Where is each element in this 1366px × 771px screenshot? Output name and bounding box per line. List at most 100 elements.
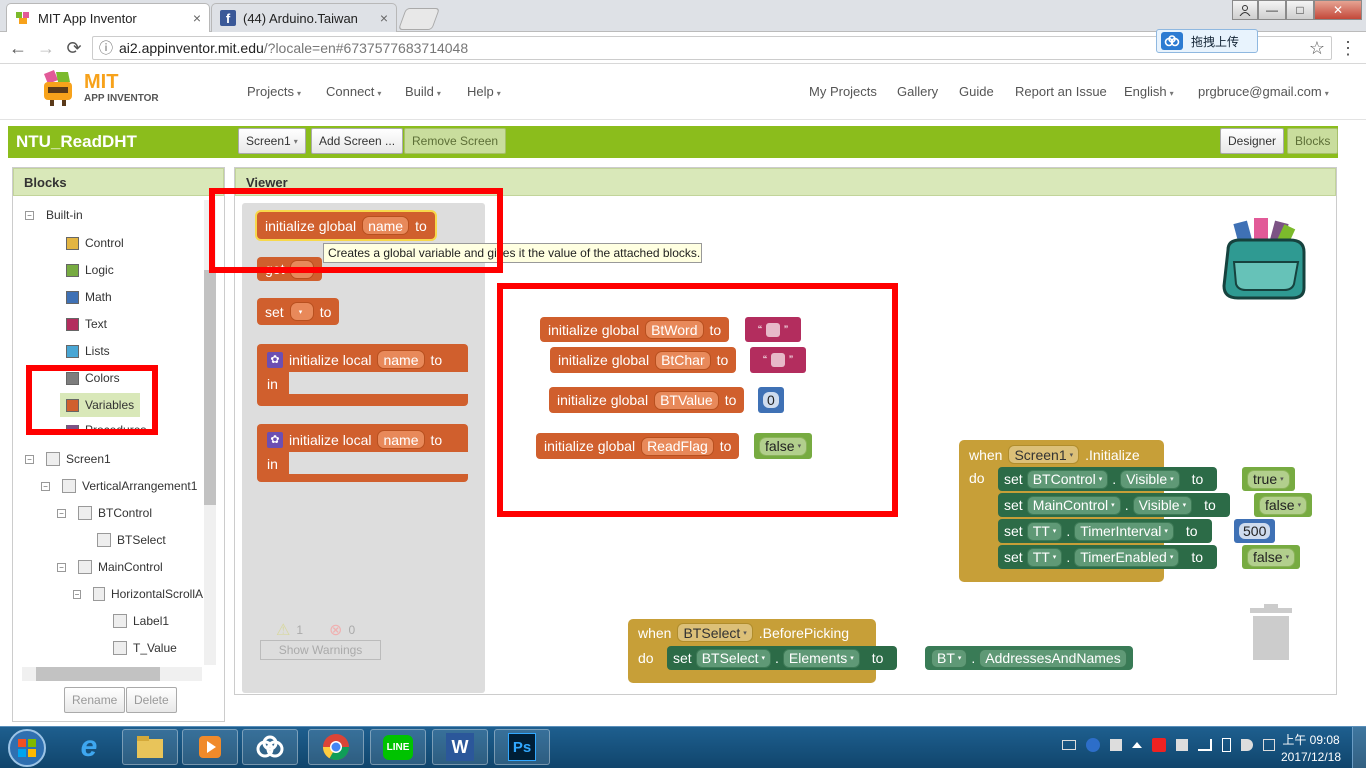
- menu-language[interactable]: English ▾: [1124, 84, 1174, 99]
- cloud-icon[interactable]: [242, 729, 298, 765]
- keyboard-icon[interactable]: [1062, 740, 1076, 750]
- logic-true-block[interactable]: true ▾: [1242, 467, 1295, 491]
- volume-icon[interactable]: [1241, 739, 1253, 751]
- tree-screen1[interactable]: − Screen1: [25, 452, 111, 466]
- drawer-lists[interactable]: Lists: [66, 344, 110, 358]
- menu-report-issue[interactable]: Report an Issue: [1015, 84, 1107, 99]
- tree-btcontrol[interactable]: − BTControl: [57, 506, 152, 520]
- line-icon[interactable]: LINE: [370, 729, 426, 765]
- property-dropdown[interactable]: Elements ▾: [782, 648, 860, 668]
- system-clock[interactable]: 上午 09:08 2017/12/18: [1278, 732, 1344, 766]
- add-screen-button[interactable]: Add Screen ...: [311, 128, 404, 154]
- word-icon[interactable]: W: [432, 729, 488, 765]
- menu-projects[interactable]: Projects ▾: [247, 84, 301, 99]
- show-desktop-button[interactable]: [1352, 727, 1366, 768]
- component-dropdown[interactable]: BT ▾: [931, 648, 968, 668]
- battery-icon[interactable]: [1222, 738, 1231, 752]
- forward-button[interactable]: →: [34, 36, 58, 60]
- tree-horizontal-scroll[interactable]: − HorizontalScrollA: [73, 587, 203, 601]
- boolean-dropdown[interactable]: false ▾: [1247, 547, 1296, 567]
- show-hidden-icons-icon[interactable]: [1132, 742, 1142, 748]
- chrome-menu-icon[interactable]: ⋮: [1336, 36, 1360, 60]
- collapse-icon[interactable]: −: [57, 562, 66, 572]
- chrome-icon[interactable]: [308, 729, 364, 765]
- backpack-icon[interactable]: [1220, 216, 1310, 300]
- menu-account[interactable]: prgbruce@gmail.com ▾: [1198, 84, 1329, 99]
- drawer-text[interactable]: Text: [66, 317, 107, 331]
- trash-can-icon[interactable]: [1248, 604, 1294, 662]
- drawer-control[interactable]: Control: [66, 236, 124, 250]
- collapse-icon[interactable]: −: [25, 454, 34, 464]
- set-maincontrol-visible[interactable]: set MainControl ▾ . Visible ▾ to: [998, 493, 1230, 517]
- ime-icon[interactable]: [1263, 739, 1275, 751]
- component-dropdown[interactable]: BTSelect ▾: [677, 623, 753, 642]
- collapse-icon[interactable]: −: [73, 589, 81, 599]
- boolean-dropdown[interactable]: false ▾: [1259, 495, 1308, 515]
- menu-guide[interactable]: Guide: [959, 84, 994, 99]
- tree-t-value[interactable]: T_Value: [113, 641, 177, 655]
- user-icon[interactable]: [1232, 0, 1258, 20]
- minimize-button[interactable]: —: [1258, 0, 1286, 20]
- remove-screen-button[interactable]: Remove Screen: [404, 128, 507, 154]
- component-dropdown[interactable]: Screen1 ▾: [1008, 445, 1080, 464]
- property-dropdown[interactable]: Visible ▾: [1132, 495, 1193, 515]
- delete-button[interactable]: Delete: [126, 687, 177, 713]
- set-tt-timerenabled[interactable]: set TT ▾ . TimerEnabled ▾ to: [998, 545, 1218, 569]
- url-input[interactable]: ⓘ ai2.appinventor.mit.edu/?locale=en#673…: [92, 36, 1332, 60]
- bt-addressesandnames-getter[interactable]: BT ▾ . AddressesAndNames: [925, 646, 1133, 670]
- component-dropdown[interactable]: TT ▾: [1026, 521, 1063, 541]
- mutator-gear-icon[interactable]: ✿: [267, 431, 283, 448]
- site-info-icon[interactable]: ⓘ: [99, 38, 113, 58]
- ie-icon[interactable]: e: [66, 729, 112, 765]
- property-dropdown[interactable]: Visible ▾: [1120, 469, 1180, 489]
- collapse-icon[interactable]: −: [57, 508, 66, 518]
- number-field[interactable]: 500: [1239, 523, 1271, 539]
- close-tab-icon[interactable]: ×: [193, 10, 201, 26]
- media-icon[interactable]: [182, 729, 238, 765]
- blocks-button[interactable]: Blocks: [1287, 128, 1339, 154]
- explorer-icon[interactable]: [122, 729, 178, 765]
- menu-my-projects[interactable]: My Projects: [809, 84, 877, 99]
- photoshop-icon[interactable]: Ps: [494, 729, 550, 765]
- help-icon[interactable]: [1086, 738, 1100, 752]
- tree-maincontrol[interactable]: − MainControl: [57, 560, 163, 574]
- screen-select-button[interactable]: Screen1 ▾: [238, 128, 306, 154]
- logic-false-block[interactable]: false ▾: [1242, 545, 1301, 569]
- boolean-dropdown[interactable]: true ▾: [1247, 469, 1290, 489]
- designer-button[interactable]: Designer: [1220, 128, 1285, 154]
- action-center-icon[interactable]: [1176, 739, 1188, 751]
- property-dropdown[interactable]: AddressesAndNames: [979, 648, 1127, 668]
- flyout-initialize-local-2[interactable]: ✿ initialize local name to in: [257, 424, 468, 482]
- menu-gallery[interactable]: Gallery: [897, 84, 938, 99]
- back-button[interactable]: ←: [6, 36, 30, 60]
- bookmark-star-icon[interactable]: ☆: [1305, 36, 1329, 60]
- logic-false-block[interactable]: false ▾: [1254, 493, 1313, 517]
- flyout-set[interactable]: set ▾ to: [257, 298, 340, 325]
- tree-label1[interactable]: Label1: [113, 614, 169, 628]
- tree-horizontal-scrollbar[interactable]: [22, 667, 202, 681]
- close-tab-icon[interactable]: ×: [380, 10, 388, 26]
- component-dropdown[interactable]: TT ▾: [1026, 547, 1063, 567]
- component-dropdown[interactable]: MainControl ▾: [1026, 495, 1121, 515]
- mutator-gear-icon[interactable]: ✿: [267, 351, 283, 368]
- drawer-logic[interactable]: Logic: [66, 263, 114, 277]
- collapse-icon[interactable]: −: [25, 210, 34, 220]
- property-dropdown[interactable]: TimerEnabled ▾: [1074, 547, 1180, 567]
- tree-vertical-arrangement[interactable]: − VerticalArrangement1: [41, 479, 197, 493]
- set-btselect-elements[interactable]: set BTSelect ▾ . Elements ▾ to: [667, 646, 898, 670]
- menu-connect[interactable]: Connect ▾: [326, 84, 381, 99]
- flag-icon[interactable]: [1110, 739, 1122, 751]
- collapse-icon[interactable]: −: [41, 481, 50, 491]
- close-window-button[interactable]: ✕: [1314, 0, 1362, 20]
- tree-btselect[interactable]: BTSelect: [97, 533, 166, 547]
- number-block[interactable]: 500: [1234, 519, 1276, 543]
- reload-button[interactable]: ⟳: [62, 36, 86, 60]
- show-warnings-button[interactable]: Show Warnings: [260, 640, 381, 660]
- network-icon[interactable]: [1198, 739, 1212, 751]
- component-dropdown[interactable]: BTSelect ▾: [695, 648, 772, 668]
- property-dropdown[interactable]: TimerInterval ▾: [1074, 521, 1174, 541]
- rename-button[interactable]: Rename: [64, 687, 126, 713]
- upload-button[interactable]: 拖拽上传: [1156, 29, 1258, 53]
- component-dropdown[interactable]: BTControl ▾: [1026, 469, 1109, 489]
- start-button[interactable]: [4, 728, 50, 768]
